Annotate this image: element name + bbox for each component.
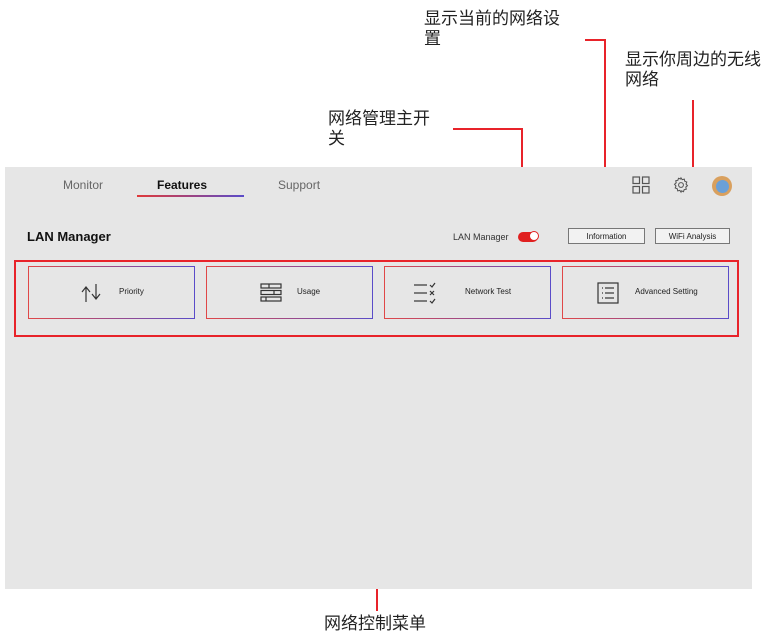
grid-icon[interactable] xyxy=(632,176,650,198)
toggle-knob xyxy=(529,231,539,241)
callout-nearby-wireless-text: 显示你周边的无线网络 xyxy=(625,50,761,90)
app-window: Monitor Features Support LAN Manager LAN… xyxy=(5,167,752,589)
leader-current-settings-h xyxy=(585,39,605,41)
active-tab-underline xyxy=(137,195,244,197)
leader-master-switch-h xyxy=(453,128,522,130)
callout-current-settings-text: 显示当前的网络设置 xyxy=(424,9,560,49)
callout-control-menu-text: 网络控制菜单 xyxy=(324,614,426,634)
callout-nearby-wireless: 显示你周边的无线网络 xyxy=(625,50,765,90)
lan-manager-toggle[interactable] xyxy=(518,231,539,242)
callout-control-menu: 网络控制菜单 xyxy=(324,614,464,634)
avatar[interactable] xyxy=(712,176,732,196)
callout-master-switch-text: 网络管理主开关 xyxy=(328,109,430,149)
callout-master-switch: 网络管理主开关 xyxy=(328,109,438,149)
wifi-analysis-button[interactable]: WiFi Analysis xyxy=(655,228,730,244)
avatar-inner xyxy=(715,179,729,193)
page-title: LAN Manager xyxy=(27,229,111,244)
tab-support[interactable]: Support xyxy=(278,178,320,192)
network-control-menu-highlight xyxy=(14,260,739,337)
gear-icon[interactable] xyxy=(672,176,690,198)
tab-monitor[interactable]: Monitor xyxy=(63,178,103,192)
tab-features[interactable]: Features xyxy=(157,178,207,192)
lan-manager-toggle-label: LAN Manager xyxy=(453,232,509,242)
callout-current-settings: 显示当前的网络设置 xyxy=(424,9,574,49)
information-button[interactable]: Information xyxy=(568,228,645,244)
